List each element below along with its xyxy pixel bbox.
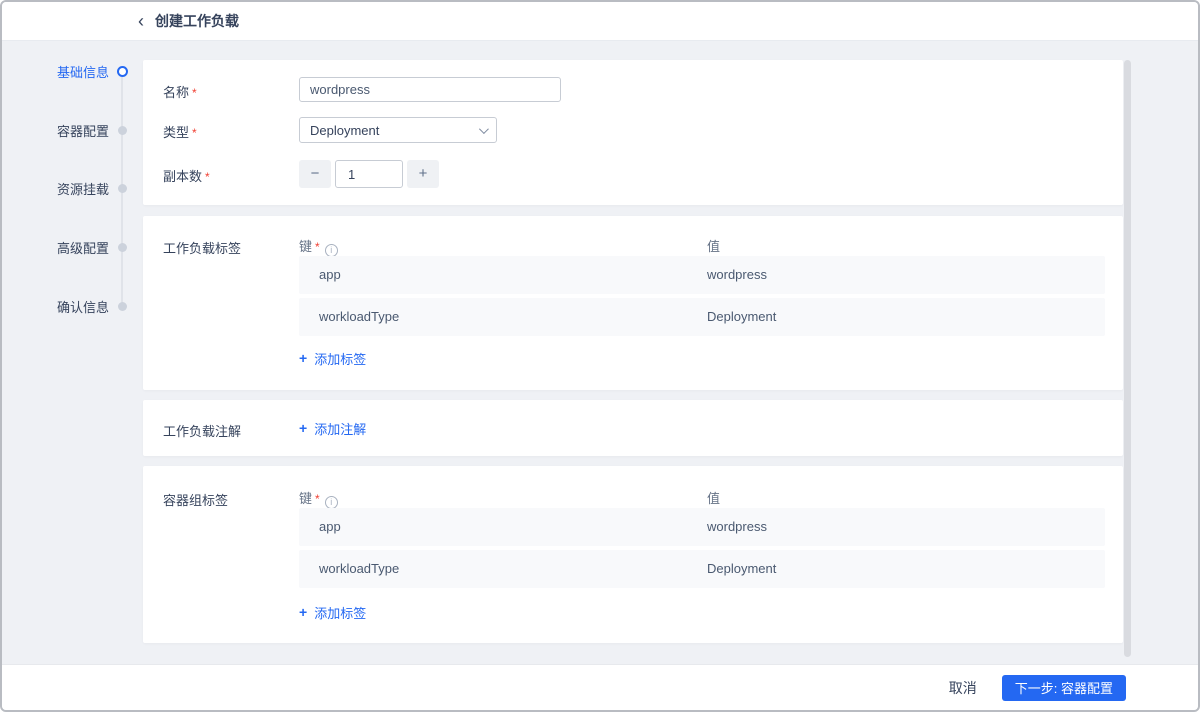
label-value: Deployment xyxy=(707,561,777,576)
replicas-label: 副本数 * xyxy=(163,169,210,184)
key-column-header: 键 * i xyxy=(299,236,338,257)
pod-labels-section-label: 容器组标签 xyxy=(163,493,229,508)
step-label: 高级配置 xyxy=(56,240,109,256)
info-icon[interactable]: i xyxy=(324,243,338,257)
plus-icon: + xyxy=(299,604,308,620)
label-key: workloadType xyxy=(319,309,400,324)
add-label-text: 添加标签 xyxy=(314,605,367,621)
label-key: app xyxy=(319,519,341,534)
basic-info-card: 名称* 类型* Deployment 副本数* − + xyxy=(143,60,1123,205)
value-column-header: 值 xyxy=(707,239,721,254)
key-column-header: 键 * i xyxy=(299,488,338,509)
label-value: wordpress xyxy=(707,519,767,534)
step-label: 资源挂载 xyxy=(56,181,109,197)
step-label: 基础信息 xyxy=(56,64,109,80)
step-dot-icon xyxy=(117,125,128,136)
step-active-ring-icon xyxy=(117,65,128,77)
vertical-scrollbar[interactable] xyxy=(1124,60,1131,657)
label-value: wordpress xyxy=(707,267,767,282)
label-row[interactable]: app wordpress xyxy=(299,256,1105,294)
info-icon[interactable]: i xyxy=(324,495,338,509)
required-mark: * xyxy=(315,492,320,506)
label-row[interactable]: workloadType Deployment xyxy=(299,298,1105,336)
label-value: Deployment xyxy=(707,309,777,324)
replicas-input[interactable] xyxy=(335,160,403,188)
value-column-header: 值 xyxy=(707,491,721,506)
name-input[interactable] xyxy=(299,77,561,102)
type-select-value: Deployment xyxy=(310,122,380,138)
step-dot-icon xyxy=(117,242,128,253)
required-mark: * xyxy=(192,86,197,100)
page-title: 创建工作负载 xyxy=(155,13,239,29)
required-mark: * xyxy=(192,126,197,140)
label-key: workloadType xyxy=(319,561,400,576)
step-container-config[interactable]: 容器配置 xyxy=(2,120,128,140)
add-annotation-text: 添加注解 xyxy=(314,421,367,437)
next-step-button[interactable]: 下一步: 容器配置 xyxy=(1001,674,1126,701)
pod-labels-header: 键 * i 值 xyxy=(299,488,1105,509)
label-row[interactable]: workloadType Deployment xyxy=(299,550,1105,588)
name-label: 名称 * xyxy=(163,85,197,100)
required-mark: * xyxy=(205,170,210,184)
add-label-button[interactable]: + 添加标签 xyxy=(299,603,366,621)
required-mark: * xyxy=(315,240,320,254)
workload-labels-header: 键 * i 值 xyxy=(299,236,1105,257)
add-label-button[interactable]: + 添加标签 xyxy=(299,349,366,367)
step-label: 确认信息 xyxy=(56,299,109,315)
workload-annotations-card: 工作负载注解 + 添加注解 xyxy=(143,400,1123,456)
cancel-button[interactable]: 取消 xyxy=(949,678,977,698)
add-label-text: 添加标签 xyxy=(314,351,367,367)
step-basic-info[interactable]: 基础信息 xyxy=(2,61,128,81)
workload-labels-card: 工作负载标签 键 * i 值 app wordpress workloadType … xyxy=(143,216,1123,390)
step-confirm-info[interactable]: 确认信息 xyxy=(2,296,128,316)
step-advanced-config[interactable]: 高级配置 xyxy=(2,237,128,257)
step-volume-mount[interactable]: 资源挂载 xyxy=(2,178,128,198)
back-icon[interactable]: ‹ xyxy=(138,12,144,30)
replicas-stepper: − + xyxy=(299,160,439,188)
type-select[interactable]: Deployment xyxy=(299,117,497,143)
step-label: 容器配置 xyxy=(56,123,109,139)
workload-labels-section-label: 工作负载标签 xyxy=(163,241,242,256)
pod-labels-card: 容器组标签 键 * i 值 app wordpress workloadType D… xyxy=(143,466,1123,643)
label-key: app xyxy=(319,267,341,282)
step-dot-icon xyxy=(117,301,128,312)
plus-icon: + xyxy=(299,420,308,436)
plus-icon: + xyxy=(299,350,308,366)
page-header: ‹ 创建工作负载 xyxy=(2,2,1198,41)
step-dot-icon xyxy=(117,183,128,194)
replicas-decrease-button[interactable]: − xyxy=(299,160,331,188)
workload-annotations-section-label: 工作负载注解 xyxy=(163,424,242,439)
add-annotation-button[interactable]: + 添加注解 xyxy=(299,419,366,437)
type-label: 类型 * xyxy=(163,125,197,140)
replicas-increase-button[interactable]: + xyxy=(407,160,439,188)
label-row[interactable]: app wordpress xyxy=(299,508,1105,546)
footer-bar: 取消 下一步: 容器配置 xyxy=(2,664,1198,710)
chevron-down-icon xyxy=(478,123,489,134)
create-workload-window: ‹ 创建工作负载 基础信息 容器配置 资源挂载 高级配置 确认信息 名称* 类型… xyxy=(0,0,1200,712)
